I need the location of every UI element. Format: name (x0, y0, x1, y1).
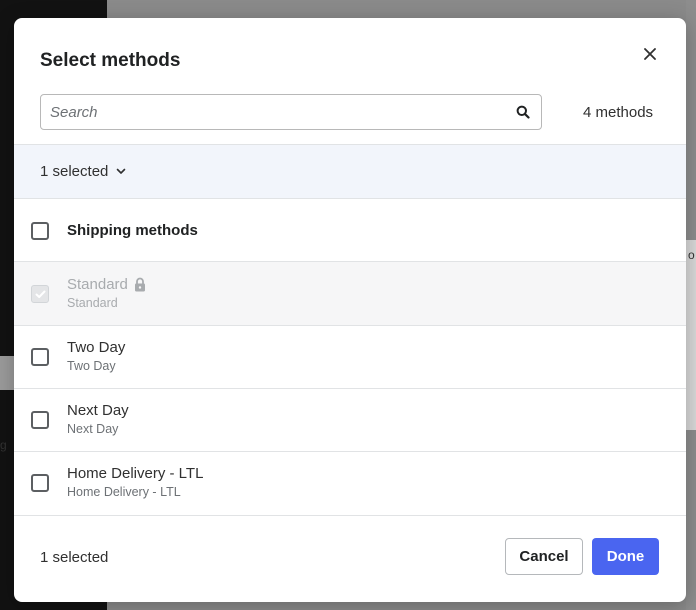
search-field (40, 94, 542, 130)
next-day-checkbox[interactable] (31, 411, 49, 429)
done-button[interactable]: Done (592, 538, 659, 575)
select-all-checkbox[interactable] (31, 222, 49, 240)
method-row-standard: Standard Standard (14, 262, 686, 326)
methods-count: 4 methods (583, 104, 654, 121)
chevron-down-icon (117, 168, 126, 174)
group-header-row: Shipping methods (14, 200, 686, 262)
selected-toggle-label: 1 selected (40, 163, 109, 180)
two-day-checkbox[interactable] (31, 348, 49, 366)
close-button[interactable] (638, 42, 662, 66)
footer-selected-count: 1 selected (40, 549, 109, 566)
method-subtitle: Standard (67, 296, 118, 310)
backdrop-text-fragment: g (0, 438, 7, 452)
backdrop-text-fragment: o (688, 248, 695, 262)
backdrop-right-light-panel (686, 240, 696, 430)
method-title: Two Day (67, 339, 126, 356)
method-row-two-day[interactable]: Two Day Two Day (14, 326, 686, 389)
method-subtitle: Home Delivery - LTL (67, 485, 181, 499)
search-icon[interactable] (505, 95, 541, 129)
selected-filter-bar: 1 selected (14, 144, 686, 199)
lock-icon (134, 277, 145, 292)
group-label: Shipping methods (67, 222, 198, 239)
select-methods-modal: Select methods 4 methods 1 selected Ship… (14, 18, 686, 602)
close-icon (644, 48, 656, 60)
modal-title: Select methods (40, 50, 181, 71)
method-subtitle: Two Day (67, 359, 116, 373)
method-subtitle: Next Day (67, 422, 119, 436)
checkmark-icon (35, 290, 45, 298)
standard-checkbox (31, 285, 49, 303)
method-title: Next Day (67, 402, 129, 419)
backdrop-block (0, 356, 14, 390)
method-row-next-day[interactable]: Next Day Next Day (14, 389, 686, 452)
method-title: Home Delivery - LTL (67, 465, 204, 482)
cancel-button[interactable]: Cancel (505, 538, 583, 575)
modal-footer: 1 selected Cancel Done (14, 515, 686, 602)
selected-toggle-button[interactable]: 1 selected (40, 163, 126, 180)
home-delivery-ltl-checkbox[interactable] (31, 474, 49, 492)
search-input[interactable] (41, 95, 505, 129)
method-row-home-delivery-ltl[interactable]: Home Delivery - LTL Home Delivery - LTL (14, 452, 686, 515)
method-title: Standard (67, 276, 128, 293)
